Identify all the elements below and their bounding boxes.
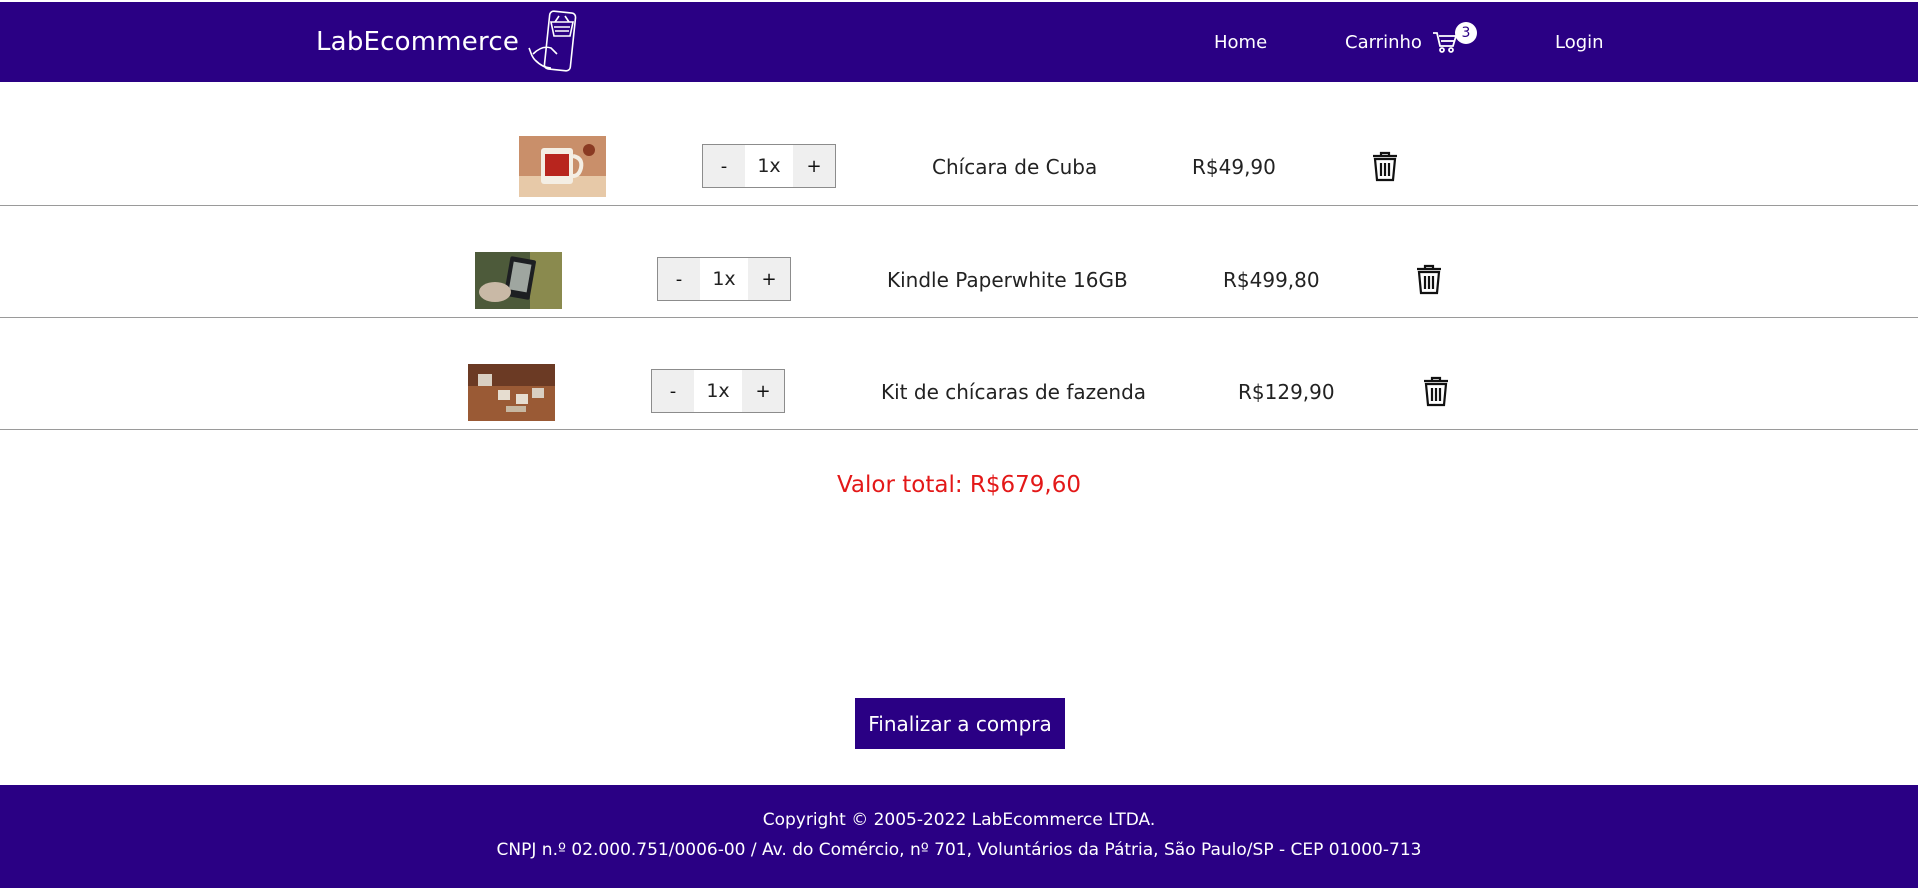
shopping-basket-phone-icon (528, 10, 577, 72)
trash-icon[interactable] (1371, 150, 1399, 182)
product-image-mug (519, 136, 606, 197)
increase-quantity-button[interactable]: + (742, 370, 784, 412)
quantity-value: 1x (694, 370, 742, 412)
product-image-cup-kit (468, 364, 555, 421)
decrease-quantity-button[interactable]: - (703, 145, 745, 187)
cart-row: - 1x + Kindle Paperwhite 16GB R$499,80 (0, 206, 1918, 318)
nav-home[interactable]: Home (1214, 2, 1267, 82)
increase-quantity-button[interactable]: + (748, 258, 790, 300)
nav-home-label: Home (1214, 31, 1268, 53)
product-name: Kit de chícaras de fazenda (881, 380, 1147, 404)
brand-name: LabEcommerce (316, 27, 520, 57)
decrease-quantity-button[interactable]: - (652, 370, 694, 412)
brand[interactable]: LabEcommerce (316, 2, 581, 82)
product-name: Chícara de Cuba (932, 155, 1098, 179)
nav-cart-label: Carrinho (1345, 31, 1422, 53)
cart-total: Valor total: R$679,60 (836, 472, 1081, 498)
nav-login-label: Login (1555, 31, 1604, 53)
cart-row: - 1x + Kit de chícaras de fazenda R$129,… (0, 318, 1918, 430)
quantity-value: 1x (745, 145, 793, 187)
product-name: Kindle Paperwhite 16GB (887, 268, 1128, 292)
increase-quantity-button[interactable]: + (793, 145, 835, 187)
footer-copyright: Copyright © 2005-2022 LabEcommerce LTDA. (762, 810, 1156, 830)
cart-row: - 1x + Chícara de Cuba R$49,90 (0, 94, 1918, 206)
cart-icon (1432, 32, 1458, 53)
top-navbar: LabEcommerce Home Carrinho 3 Login (0, 2, 1918, 82)
nav-cart[interactable]: Carrinho (1345, 2, 1458, 82)
trash-icon[interactable] (1415, 263, 1443, 295)
product-price: R$49,90 (1192, 155, 1276, 179)
product-price: R$499,80 (1223, 268, 1320, 292)
quantity-stepper[interactable]: - 1x + (702, 144, 836, 188)
nav-login[interactable]: Login (1555, 2, 1604, 82)
footer: Copyright © 2005-2022 LabEcommerce LTDA.… (0, 785, 1918, 888)
checkout-button[interactable]: Finalizar a compra (855, 698, 1065, 749)
footer-address: CNPJ n.º 02.000.751/0006-00 / Av. do Com… (496, 840, 1422, 860)
decrease-quantity-button[interactable]: - (658, 258, 700, 300)
product-price: R$129,90 (1238, 380, 1335, 404)
quantity-value: 1x (700, 258, 748, 300)
product-image-kindle (475, 252, 562, 309)
trash-icon[interactable] (1422, 375, 1450, 407)
cart-count-badge: 3 (1455, 22, 1477, 44)
quantity-stepper[interactable]: - 1x + (651, 369, 785, 413)
quantity-stepper[interactable]: - 1x + (657, 257, 791, 301)
